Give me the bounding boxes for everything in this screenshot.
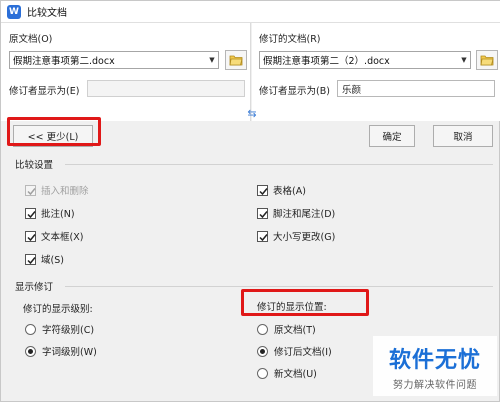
revised-browse-button[interactable]	[476, 50, 498, 70]
original-document-label: 原文档(O)	[9, 34, 53, 45]
revised-document-select[interactable]: 假期注意事项第二（2）.docx ▼	[259, 51, 471, 69]
checkbox-label: 脚注和尾注(D)	[273, 209, 336, 220]
folder-open-icon	[229, 55, 243, 66]
checkmark-icon	[27, 187, 36, 195]
checkbox-label: 批注(N)	[41, 209, 75, 220]
checkbox-box[interactable]	[25, 253, 36, 265]
folder-open-icon	[480, 55, 494, 66]
radio-revised-document[interactable]: 修订后文档(I)	[257, 344, 332, 358]
revision-location-title: 修订的显示位置:	[257, 302, 327, 313]
radio-original-document[interactable]: 原文档(T)	[257, 322, 316, 336]
radio-circle[interactable]	[257, 323, 268, 335]
checkbox-insert-delete: 插入和删除	[25, 183, 89, 197]
checkbox-label: 文本框(X)	[41, 232, 84, 243]
revision-level-title: 修订的显示级别:	[23, 304, 93, 315]
radio-circle[interactable]	[257, 345, 268, 357]
checkbox-comments[interactable]: 批注(N)	[25, 206, 75, 220]
radio-circle[interactable]	[25, 345, 36, 357]
revised-document-label: 修订的文档(R)	[259, 34, 321, 45]
original-author-input[interactable]	[87, 80, 245, 97]
watermark-main-text: 软件无忧	[388, 347, 481, 373]
checkbox-label: 大小写更改(G)	[273, 232, 336, 243]
watermark-sub-text: 努力解决软件问题	[393, 379, 477, 391]
checkmark-icon	[27, 233, 36, 241]
radio-character-level[interactable]: 字符级别(C)	[25, 322, 94, 336]
checkbox-box[interactable]	[25, 230, 36, 242]
wps-writer-icon: W	[7, 4, 21, 19]
checkmark-icon	[27, 256, 36, 264]
checkbox-case-changes[interactable]: 大小写更改(G)	[257, 229, 335, 243]
checkbox-footnotes[interactable]: 脚注和尾注(D)	[257, 206, 335, 220]
radio-label: 新文档(U)	[274, 369, 317, 380]
checkbox-box[interactable]	[257, 230, 268, 242]
radio-circle[interactable]	[257, 367, 268, 379]
cancel-button[interactable]: 取消	[433, 125, 493, 147]
radio-label: 字词级别(W)	[42, 347, 97, 358]
original-document-panel: 原文档(O) 假期注意事项第二.docx ▼ 修订者显示为(E)	[1, 23, 251, 121]
revised-document-value: 假期注意事项第二（2）.docx	[263, 56, 390, 67]
checkbox-box[interactable]	[257, 184, 268, 196]
checkmark-icon	[259, 210, 268, 218]
checkbox-box	[25, 184, 36, 196]
checkbox-fields[interactable]: 域(S)	[25, 252, 64, 266]
original-author-label: 修订者显示为(E)	[9, 86, 80, 97]
radio-label: 字符级别(C)	[42, 325, 95, 336]
radio-label: 修订后文档(I)	[274, 347, 332, 358]
checkbox-tables[interactable]: 表格(A)	[257, 183, 306, 197]
checkbox-label: 表格(A)	[273, 186, 306, 197]
radio-word-level[interactable]: 字词级别(W)	[25, 344, 97, 358]
checkmark-icon	[259, 187, 268, 195]
original-browse-button[interactable]	[225, 50, 247, 70]
section-divider	[65, 164, 493, 165]
swap-documents-icon[interactable]: ⇆	[246, 108, 258, 120]
checkbox-label: 插入和删除	[41, 186, 89, 197]
checkmark-icon	[27, 210, 36, 218]
ok-button[interactable]: 确定	[369, 125, 415, 147]
watermark: 软件无忧 努力解决软件问题	[373, 336, 497, 396]
checkbox-box[interactable]	[25, 207, 36, 219]
checkbox-label: 域(S)	[41, 255, 64, 266]
compare-settings-title: 比较设置	[15, 160, 54, 171]
radio-label: 原文档(T)	[274, 325, 316, 336]
compare-documents-dialog: W 比较文档 原文档(O) 假期注意事项第二.docx ▼ 修订者显示为(E) …	[0, 0, 500, 402]
section-divider	[65, 286, 493, 287]
dropdown-arrow-icon[interactable]: ▼	[206, 52, 218, 68]
revised-author-input[interactable]: 乐颜	[337, 80, 495, 97]
radio-new-document[interactable]: 新文档(U)	[257, 366, 317, 380]
title-bar: W 比较文档	[1, 1, 500, 23]
checkbox-textboxes[interactable]: 文本框(X)	[25, 229, 83, 243]
revised-document-panel: 修订的文档(R) 假期注意事项第二（2）.docx ▼ 修订者显示为(B) 乐颜	[252, 23, 500, 121]
original-document-value: 假期注意事项第二.docx	[13, 56, 115, 67]
show-revisions-title: 显示修订	[15, 282, 54, 293]
checkbox-box[interactable]	[257, 207, 268, 219]
original-document-select[interactable]: 假期注意事项第二.docx ▼	[9, 51, 219, 69]
revised-author-label: 修订者显示为(B)	[259, 86, 330, 97]
less-button[interactable]: << 更少(L)	[13, 125, 93, 147]
dropdown-arrow-icon[interactable]: ▼	[458, 52, 470, 68]
radio-circle[interactable]	[25, 323, 36, 335]
checkmark-icon	[259, 233, 268, 241]
dialog-title: 比较文档	[27, 8, 67, 19]
